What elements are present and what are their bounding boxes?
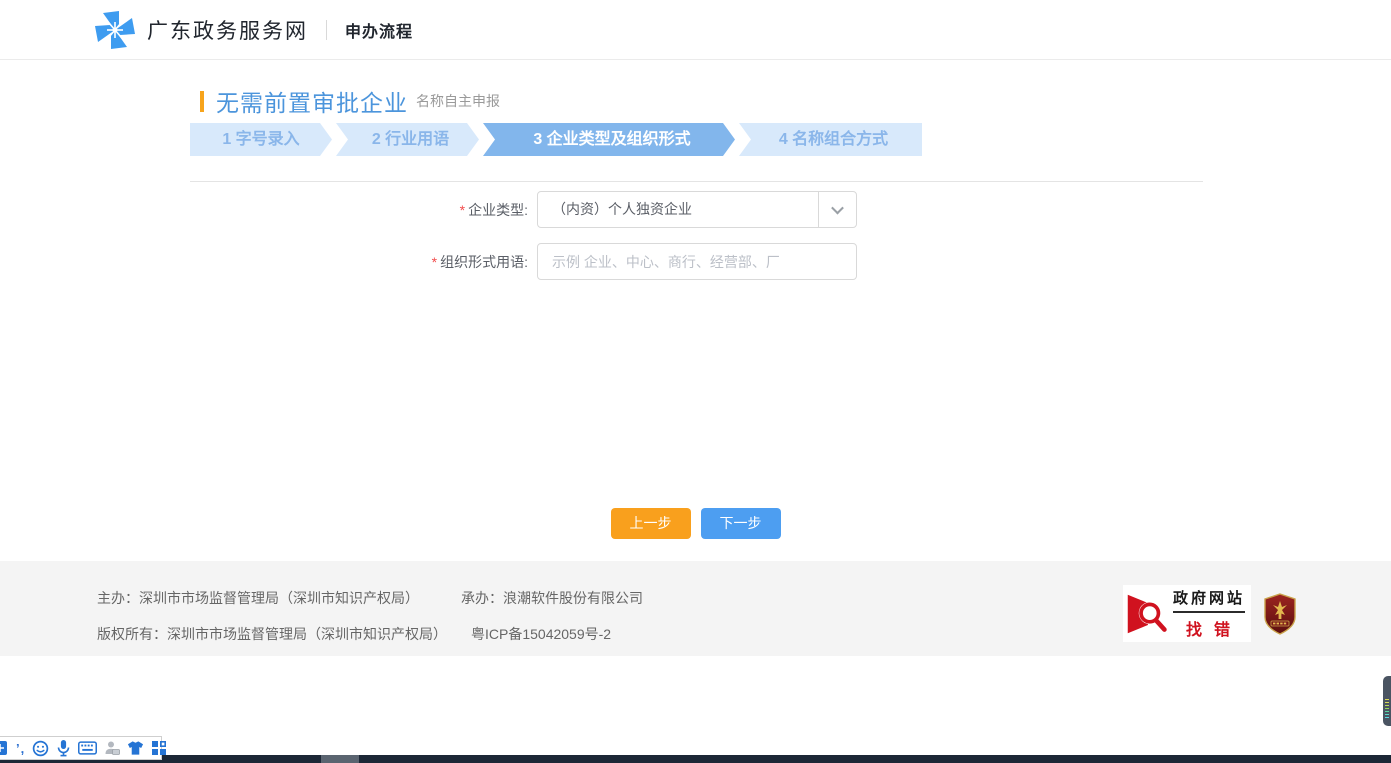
- page-title-row: 无需前置审批企业 名称自主申报: [200, 84, 500, 118]
- step-tabs: 1 字号录入 2 行业用语 3 企业类型及组织形式 4 名称组合方式: [190, 123, 922, 156]
- gov-website-error-report-badge[interactable]: 政府网站 找错: [1123, 585, 1251, 642]
- footer: 主办：深圳市市场监督管理局（深圳市知识产权局） 承办：浪潮软件股份有限公司 版权所…: [0, 561, 1391, 656]
- footer-badges: 政府网站 找错: [1123, 585, 1297, 642]
- ime-keyboard-icon[interactable]: [78, 741, 97, 755]
- footer-icp: 粤ICP备15042059号-2: [471, 626, 611, 642]
- footer-undertaker: 承办：浪潮软件股份有限公司: [461, 590, 643, 606]
- step-tab-2[interactable]: 2 行业用语: [336, 123, 479, 156]
- page-section-title: 申办流程: [345, 18, 413, 42]
- error-report-magnifier-icon: [1125, 592, 1169, 636]
- header: 广东政务服务网 申办流程: [0, 0, 1391, 60]
- side-scroll-widget[interactable]: [1383, 676, 1391, 726]
- page-title: 无需前置审批企业: [216, 84, 408, 118]
- footer-host: 主办：深圳市市场监督管理局（深圳市知识产权局）: [97, 590, 419, 606]
- ime-toolbar[interactable]: ’,: [0, 736, 162, 760]
- required-mark: *: [460, 202, 465, 218]
- site-name: 广东政务服务网: [147, 15, 308, 45]
- ime-microphone-icon[interactable]: [56, 739, 71, 757]
- footer-host-line: 主办：深圳市市场监督管理局（深圳市知识产权局） 承办：浪潮软件股份有限公司: [97, 588, 643, 608]
- next-step-button[interactable]: 下一步: [701, 508, 781, 539]
- chevron-down-icon: [831, 202, 844, 215]
- ime-account-icon[interactable]: [104, 740, 120, 756]
- gov-site-shield-badge-icon[interactable]: [1263, 593, 1297, 635]
- form-row-enterprise-type: *企业类型: （内资）个人独资企业: [190, 191, 857, 228]
- step-tab-1[interactable]: 1 字号录入: [190, 123, 332, 156]
- page-subtitle: 名称自主申报: [416, 91, 500, 111]
- taskbar-strip: [0, 755, 1391, 763]
- content-divider: [190, 181, 1203, 182]
- step-tab-3-active[interactable]: 3 企业类型及组织形式: [483, 123, 735, 156]
- error-badge-subtitle: 找错: [1173, 616, 1245, 640]
- wizard-buttons: 上一步 下一步: [0, 508, 1391, 539]
- enterprise-type-select[interactable]: （内资）个人独资企业: [537, 191, 857, 228]
- form-row-org-form: *组织形式用语:: [190, 243, 857, 280]
- ime-toolbox-icon[interactable]: [151, 740, 167, 756]
- ime-emoji-icon[interactable]: [32, 740, 49, 757]
- enterprise-type-label: *企业类型:: [190, 200, 528, 220]
- site-logo-pinwheel-icon: [95, 11, 135, 49]
- prev-step-button[interactable]: 上一步: [611, 508, 691, 539]
- enterprise-type-selected-value: （内资）个人独资企业: [538, 192, 818, 227]
- taskbar-item[interactable]: [321, 755, 359, 763]
- select-dropdown-button[interactable]: [818, 192, 856, 227]
- title-accent-bar: [200, 91, 204, 112]
- footer-copyright: 版权所有：深圳市市场监督管理局（深圳市知识产权局）: [97, 626, 447, 642]
- step-tab-4[interactable]: 4 名称组合方式: [739, 123, 922, 156]
- org-form-label: *组织形式用语:: [190, 252, 528, 272]
- footer-copyright-line: 版权所有：深圳市市场监督管理局（深圳市知识产权局） 粤ICP备15042059号-…: [97, 624, 611, 644]
- required-mark: *: [432, 254, 437, 270]
- header-divider: [326, 20, 327, 40]
- ime-punctuation-icon[interactable]: ’,: [16, 741, 25, 756]
- ime-logo-icon[interactable]: [0, 740, 9, 756]
- screen: 广东政务服务网 申办流程 无需前置审批企业 名称自主申报 1 字号录入 2 行业…: [0, 0, 1391, 763]
- ime-skin-icon[interactable]: [127, 740, 144, 756]
- org-form-input[interactable]: [537, 243, 857, 280]
- error-badge-title: 政府网站: [1173, 587, 1245, 613]
